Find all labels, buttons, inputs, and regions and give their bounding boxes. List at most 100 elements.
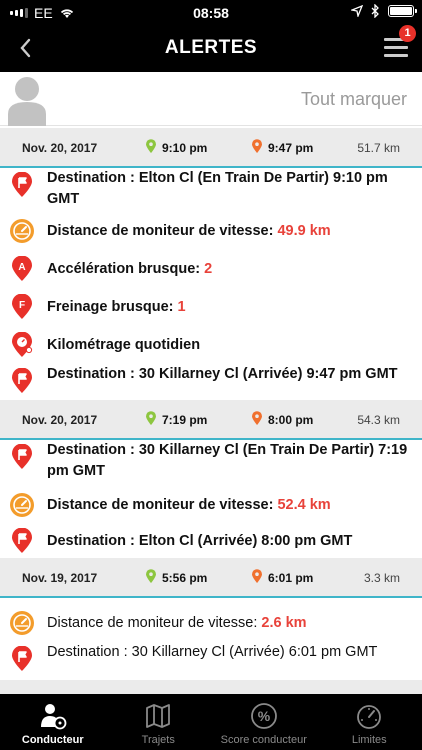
trip-date: Nov. 20, 2017: [22, 141, 98, 155]
alert-label: Freinage brusque:: [47, 299, 178, 315]
trip-end-time: 6:01 pm: [268, 571, 314, 585]
trip-end: 8:00 pm: [251, 411, 313, 429]
alert-label: Kilométrage quotidien: [47, 337, 201, 353]
alert-label: Distance de moniteur de vitesse:: [47, 497, 278, 513]
start-pin-icon: [145, 569, 157, 587]
flag-icon: [9, 527, 35, 554]
speedometer-icon: [9, 492, 35, 518]
status-bar: EE 08:58: [0, 0, 422, 26]
alert-item[interactable]: Destination : 30 Killarney Cl (En Train …: [0, 440, 422, 484]
battery-icon: [388, 5, 417, 17]
alert-item[interactable]: Distance de moniteur de vitesse: 2.6 km: [0, 604, 422, 642]
mark-all-button[interactable]: Tout marquer: [301, 89, 407, 110]
alert-item[interactable]: Kilométrage quotidien: [0, 326, 422, 364]
alert-text: Distance de moniteur de vitesse: 52.4 km: [47, 495, 414, 516]
alert-label: Destination : Elton Cl (Arrivée) 8:00 pm…: [47, 533, 353, 549]
alert-label: Distance de moniteur de vitesse:: [47, 223, 278, 239]
alert-item[interactable]: Destination : 30 Killarney Cl (Arrivée) …: [0, 642, 422, 680]
alert-label: Destination : Elton Cl (En Train De Part…: [47, 170, 388, 207]
trip-end-time: 9:47 pm: [268, 141, 314, 155]
alert-text: Freinage brusque: 1: [47, 297, 414, 318]
acceleration-icon: A: [9, 255, 35, 282]
flag-icon: [9, 171, 35, 198]
alert-text: Accélération brusque: 2: [47, 259, 414, 280]
gauge-icon: [357, 705, 382, 729]
flag-icon: [9, 443, 35, 470]
tab-label: Trajets: [141, 734, 175, 746]
braking-icon: F: [9, 293, 35, 320]
trip-header[interactable]: Nov. 20, 2017 9:10 pm 9:47 pm 51.7 km: [0, 128, 422, 168]
trip-distance: 54.3 km: [357, 413, 400, 427]
trip-header[interactable]: Nov. 20, 2017 7:19 pm 8:00 pm 54.3 km: [0, 400, 422, 440]
bluetooth-icon: [371, 4, 379, 18]
alert-text: Destination : 30 Killarney Cl (En Train …: [47, 440, 414, 482]
trip-end: 9:47 pm: [251, 139, 313, 157]
alert-text: Distance de moniteur de vitesse: 49.9 km: [47, 221, 414, 242]
svg-text:%: %: [258, 708, 271, 724]
alert-item[interactable]: Destination : Elton Cl (Arrivée) 8:00 pm…: [0, 524, 422, 558]
alert-label: Destination : 30 Killarney Cl (Arrivée) …: [47, 644, 378, 660]
trip-start: 7:19 pm: [145, 411, 207, 429]
avatar[interactable]: [8, 74, 46, 126]
alert-item[interactable]: Distance de moniteur de vitesse: 52.4 km: [0, 486, 422, 524]
trip-date: Nov. 20, 2017: [22, 413, 98, 427]
alert-label: Accélération brusque:: [47, 261, 205, 277]
tab-label: Score conducteur: [220, 734, 307, 746]
alert-text: Kilométrage quotidien: [47, 335, 414, 356]
trip-start: 5:56 pm: [145, 569, 207, 587]
alert-item[interactable]: Destination : 30 Killarney Cl (Arrivée) …: [0, 364, 422, 402]
start-pin-icon: [145, 411, 157, 429]
alert-value: 1: [177, 299, 186, 315]
page-title: ALERTES: [164, 37, 258, 58]
tab-label: Limites: [351, 734, 387, 746]
alert-item[interactable]: Destination : Elton Cl (En Train De Part…: [0, 168, 422, 212]
speedometer-icon: [9, 218, 35, 244]
alert-value: 2.6 km: [261, 615, 307, 631]
user-row: Tout marquer: [0, 72, 422, 126]
alert-text: Destination : Elton Cl (En Train De Part…: [47, 168, 414, 210]
alert-value: 2: [204, 261, 213, 277]
alert-value: 52.4 km: [277, 497, 331, 513]
trip-start: 9:10 pm: [145, 139, 207, 157]
trip-header[interactable]: Nov. 19, 2017 5:56 pm 6:01 pm 3.3 km: [0, 558, 422, 598]
trip-end-time: 8:00 pm: [268, 413, 314, 427]
tab-score-conducteur[interactable]: % Score conducteur: [211, 694, 317, 750]
mileage-icon: [9, 331, 35, 358]
alert-item[interactable]: A Accélération brusque: 2: [0, 250, 422, 288]
trip-distance: 51.7 km: [357, 141, 400, 155]
alert-text: Distance de moniteur de vitesse: 2.6 km: [47, 613, 414, 634]
percent-icon: %: [250, 703, 277, 729]
flag-icon: [9, 645, 35, 672]
tab-label: Conducteur: [21, 734, 84, 746]
map-icon: [146, 704, 171, 728]
trip-distance: 3.3 km: [363, 571, 400, 585]
nav-bar: ALERTES 1: [0, 25, 422, 72]
trip-end: 6:01 pm: [251, 569, 313, 587]
alert-value: 49.9 km: [277, 223, 331, 239]
trip-start-time: 7:19 pm: [162, 413, 208, 427]
tab-limites[interactable]: Limites: [317, 694, 422, 750]
svg-text:F: F: [19, 300, 25, 311]
tab-conducteur[interactable]: Conducteur: [0, 694, 106, 750]
alert-label: Destination : 30 Killarney Cl (En Train …: [47, 442, 408, 479]
tab-bar: Conducteur Trajets % Score conducteur Li…: [0, 694, 422, 750]
alert-text: Destination : Elton Cl (Arrivée) 8:00 pm…: [47, 531, 414, 552]
location-arrow-icon: [351, 5, 363, 17]
alert-text: Destination : 30 Killarney Cl (Arrivée) …: [47, 642, 414, 663]
alert-item[interactable]: Distance de moniteur de vitesse: 49.9 km: [0, 212, 422, 250]
flag-icon: [9, 367, 35, 394]
tab-trajets[interactable]: Trajets: [106, 694, 212, 750]
end-pin-icon: [251, 569, 263, 587]
notification-badge: 1: [399, 25, 416, 42]
alert-text: Destination : 30 Killarney Cl (Arrivée) …: [47, 364, 414, 385]
driver-icon: [40, 704, 67, 730]
next-trip-header-partial: [0, 680, 422, 694]
trip-divider: [0, 596, 422, 598]
end-pin-icon: [251, 139, 263, 157]
end-pin-icon: [251, 411, 263, 429]
alert-item[interactable]: F Freinage brusque: 1: [0, 288, 422, 326]
alert-label: Distance de moniteur de vitesse:: [47, 615, 262, 631]
trip-start-time: 9:10 pm: [162, 141, 208, 155]
alert-label: Destination : 30 Killarney Cl (Arrivée) …: [47, 366, 398, 382]
trip-date: Nov. 19, 2017: [22, 571, 98, 585]
